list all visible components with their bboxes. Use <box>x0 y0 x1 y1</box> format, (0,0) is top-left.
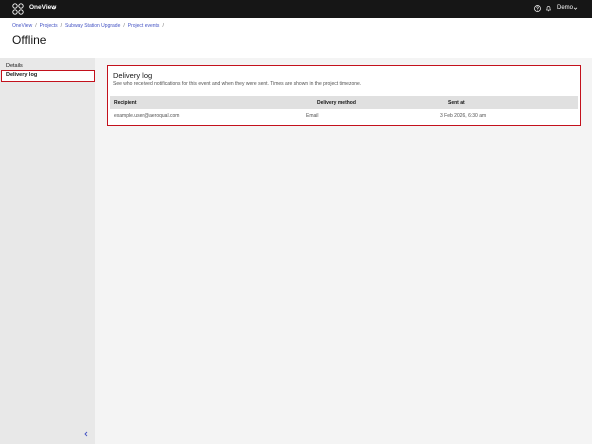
card-description: See who received notifications for this … <box>113 81 362 87</box>
breadcrumb-separator: / <box>60 23 63 29</box>
sidebar: Details Delivery log <box>0 58 95 444</box>
help-icon[interactable] <box>534 5 541 12</box>
cell-delivery-method: Email <box>306 113 319 119</box>
cell-sent-at: 3 Feb 2026, 6:30 am <box>440 113 487 119</box>
column-recipient[interactable]: Recipient <box>114 100 137 106</box>
breadcrumb-project[interactable]: Subway Station Upgrade <box>65 23 120 29</box>
column-sent-at[interactable]: Sent at <box>448 100 465 106</box>
chevron-down-icon[interactable] <box>573 6 578 11</box>
bell-icon[interactable] <box>545 5 552 12</box>
user-menu[interactable]: Demo <box>557 5 573 11</box>
card-title: Delivery log <box>113 71 153 80</box>
breadcrumb: OneView / Projects / Subway Station Upgr… <box>12 23 164 29</box>
page-title: Offline <box>12 33 47 47</box>
top-bar: OneView Demo <box>0 0 592 18</box>
breadcrumb-oneview[interactable]: OneView <box>12 23 32 29</box>
page-header: OneView / Projects / Subway Station Upgr… <box>0 18 592 58</box>
sidebar-item-delivery-log[interactable]: Delivery log <box>1 70 95 82</box>
chevron-down-icon[interactable] <box>51 5 57 11</box>
oneview-logo-icon[interactable] <box>12 3 24 15</box>
cell-recipient: example.user@aeroqual.com <box>114 113 180 119</box>
column-delivery-method[interactable]: Delivery method <box>317 100 356 106</box>
table-row[interactable]: example.user@aeroqual.com Email 3 Feb 20… <box>110 110 578 122</box>
breadcrumb-separator: / <box>35 23 37 29</box>
breadcrumb-separator: / <box>162 23 164 29</box>
breadcrumb-projects[interactable]: Projects <box>40 23 58 29</box>
chevron-left-icon[interactable] <box>83 431 89 437</box>
delivery-log-card: Delivery log See who received notificati… <box>107 65 581 126</box>
breadcrumb-separator: / <box>123 23 125 29</box>
breadcrumb-project-events[interactable]: Project events <box>128 23 160 29</box>
table-header: Recipient Delivery method Sent at <box>110 96 578 109</box>
